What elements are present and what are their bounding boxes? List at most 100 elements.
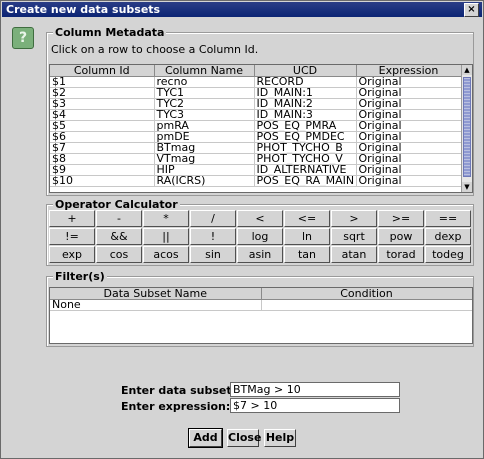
metadata-cell[interactable]: recno [154, 76, 255, 88]
close-window-button[interactable]: × [464, 3, 479, 17]
help-button[interactable]: Help [264, 429, 296, 447]
metadata-cell[interactable]: POS_EQ_RA_MAIN [254, 175, 357, 187]
subset-name-input[interactable]: BTMag > 10 [230, 382, 400, 397]
metadata-cell[interactable]: Original [356, 175, 462, 187]
operator-button[interactable]: <= [284, 210, 330, 227]
filter-row[interactable]: None [50, 299, 472, 311]
metadata-cell[interactable]: TYC1 [154, 87, 255, 99]
operator-button[interactable]: todeg [425, 246, 471, 263]
operator-button[interactable]: dexp [425, 228, 471, 245]
metadata-cell[interactable]: RA(ICRS) [154, 175, 255, 187]
operator-button[interactable]: && [96, 228, 142, 245]
operator-button[interactable]: < [237, 210, 283, 227]
column-header[interactable]: Data Subset Name [50, 288, 262, 300]
filter-name-cell[interactable]: None [50, 299, 262, 311]
metadata-cell[interactable]: $5 [50, 120, 155, 132]
scroll-up-arrow-icon[interactable]: ▲ [462, 65, 472, 75]
operator-button[interactable]: pow [378, 228, 424, 245]
metadata-cell[interactable]: $8 [50, 153, 155, 165]
metadata-cell[interactable]: $10 [50, 175, 155, 187]
column-header[interactable]: UCD [254, 65, 357, 77]
metadata-row[interactable]: $4 TYC3 ID_MAIN:3 Original [50, 109, 462, 121]
metadata-cell[interactable]: BTmag [154, 142, 255, 154]
metadata-row[interactable]: $6 pmDE POS_EQ_PMDEC Original [50, 131, 462, 143]
column-header[interactable]: Column Id [50, 65, 155, 77]
close-button[interactable]: Close [227, 429, 261, 447]
metadata-cell[interactable]: PHOT_TYCHO_B [254, 142, 357, 154]
column-header[interactable]: Expression [356, 65, 462, 77]
operator-button[interactable]: asin [237, 246, 283, 263]
operator-button[interactable]: == [425, 210, 471, 227]
add-button[interactable]: Add [188, 428, 223, 448]
metadata-cell[interactable]: ID_MAIN:1 [254, 87, 357, 99]
metadata-row[interactable]: $10 RA(ICRS) POS_EQ_RA_MAIN Original [50, 175, 462, 187]
operator-button[interactable]: != [49, 228, 95, 245]
operator-button[interactable]: / [190, 210, 236, 227]
metadata-cell[interactable]: POS_EQ_PMRA [254, 120, 357, 132]
operator-button[interactable]: torad [378, 246, 424, 263]
column-header[interactable]: Condition [261, 288, 472, 300]
operator-button[interactable]: ln [284, 228, 330, 245]
metadata-row[interactable]: $7 BTmag PHOT_TYCHO_B Original [50, 142, 462, 154]
expression-input[interactable]: $7 > 10 [230, 398, 400, 413]
filter-condition-cell[interactable] [261, 299, 472, 311]
metadata-cell[interactable]: $4 [50, 109, 155, 121]
metadata-cell[interactable]: $9 [50, 164, 155, 176]
metadata-row[interactable]: $2 TYC1 ID_MAIN:1 Original [50, 87, 462, 99]
metadata-cell[interactable]: ID_MAIN:2 [254, 98, 357, 110]
operator-button[interactable]: >= [378, 210, 424, 227]
title-bar: Create new data subsets × [2, 2, 482, 17]
operator-button[interactable]: sqrt [331, 228, 377, 245]
operator-button[interactable]: * [143, 210, 189, 227]
metadata-cell[interactable]: ID_MAIN:3 [254, 109, 357, 121]
operator-button[interactable]: log [237, 228, 283, 245]
column-header[interactable]: Column Name [154, 65, 255, 77]
filters-group: Filter(s) Data Subset Name Condition Non… [46, 270, 474, 347]
metadata-cell[interactable]: POS_EQ_PMDEC [254, 131, 357, 143]
metadata-cell[interactable]: Original [356, 87, 462, 99]
metadata-row[interactable]: $8 VTmag PHOT_TYCHO_V Original [50, 153, 462, 165]
operator-button[interactable]: cos [96, 246, 142, 263]
metadata-cell[interactable]: ID_ALTERNATIVE [254, 164, 357, 176]
scroll-down-arrow-icon[interactable]: ▼ [462, 182, 472, 192]
operator-button[interactable]: > [331, 210, 377, 227]
metadata-cell[interactable]: $7 [50, 142, 155, 154]
operator-button[interactable]: + [49, 210, 95, 227]
metadata-row[interactable]: $9 HIP ID_ALTERNATIVE Original [50, 164, 462, 176]
operator-button[interactable]: - [96, 210, 142, 227]
metadata-cell[interactable]: Original [356, 131, 462, 143]
metadata-cell[interactable]: VTmag [154, 153, 255, 165]
metadata-cell[interactable]: Original [356, 109, 462, 121]
metadata-row[interactable]: $5 pmRA POS_EQ_PMRA Original [50, 120, 462, 132]
metadata-cell[interactable]: $1 [50, 76, 155, 88]
operator-button[interactable]: tan [284, 246, 330, 263]
metadata-cell[interactable]: pmDE [154, 131, 255, 143]
metadata-cell[interactable]: HIP [154, 164, 255, 176]
metadata-cell[interactable]: Original [356, 98, 462, 110]
metadata-cell[interactable]: PHOT_TYCHO_V [254, 153, 357, 165]
scroll-thumb[interactable] [463, 77, 471, 177]
metadata-cell[interactable]: $3 [50, 98, 155, 110]
metadata-row[interactable]: $1 recno RECORD Original [50, 76, 462, 88]
column-metadata-table: Column Id Column Name UCD Expression $1 r… [49, 64, 473, 193]
operator-button[interactable]: ! [190, 228, 236, 245]
operator-button[interactable]: acos [143, 246, 189, 263]
operator-button[interactable]: || [143, 228, 189, 245]
metadata-cell[interactable]: Original [356, 153, 462, 165]
operator-button[interactable]: exp [49, 246, 95, 263]
expression-label: Enter expression: [121, 400, 231, 413]
metadata-cell[interactable]: Original [356, 142, 462, 154]
operator-button[interactable]: sin [190, 246, 236, 263]
metadata-cell[interactable]: Original [356, 76, 462, 88]
metadata-cell[interactable]: RECORD [254, 76, 357, 88]
metadata-scrollbar[interactable]: ▲ ▼ [461, 65, 472, 192]
metadata-cell[interactable]: Original [356, 120, 462, 132]
operator-button[interactable]: atan [331, 246, 377, 263]
metadata-cell[interactable]: $6 [50, 131, 155, 143]
metadata-cell[interactable]: TYC3 [154, 109, 255, 121]
metadata-row[interactable]: $3 TYC2 ID_MAIN:2 Original [50, 98, 462, 110]
metadata-cell[interactable]: Original [356, 164, 462, 176]
metadata-cell[interactable]: TYC2 [154, 98, 255, 110]
metadata-cell[interactable]: pmRA [154, 120, 255, 132]
metadata-cell[interactable]: $2 [50, 87, 155, 99]
